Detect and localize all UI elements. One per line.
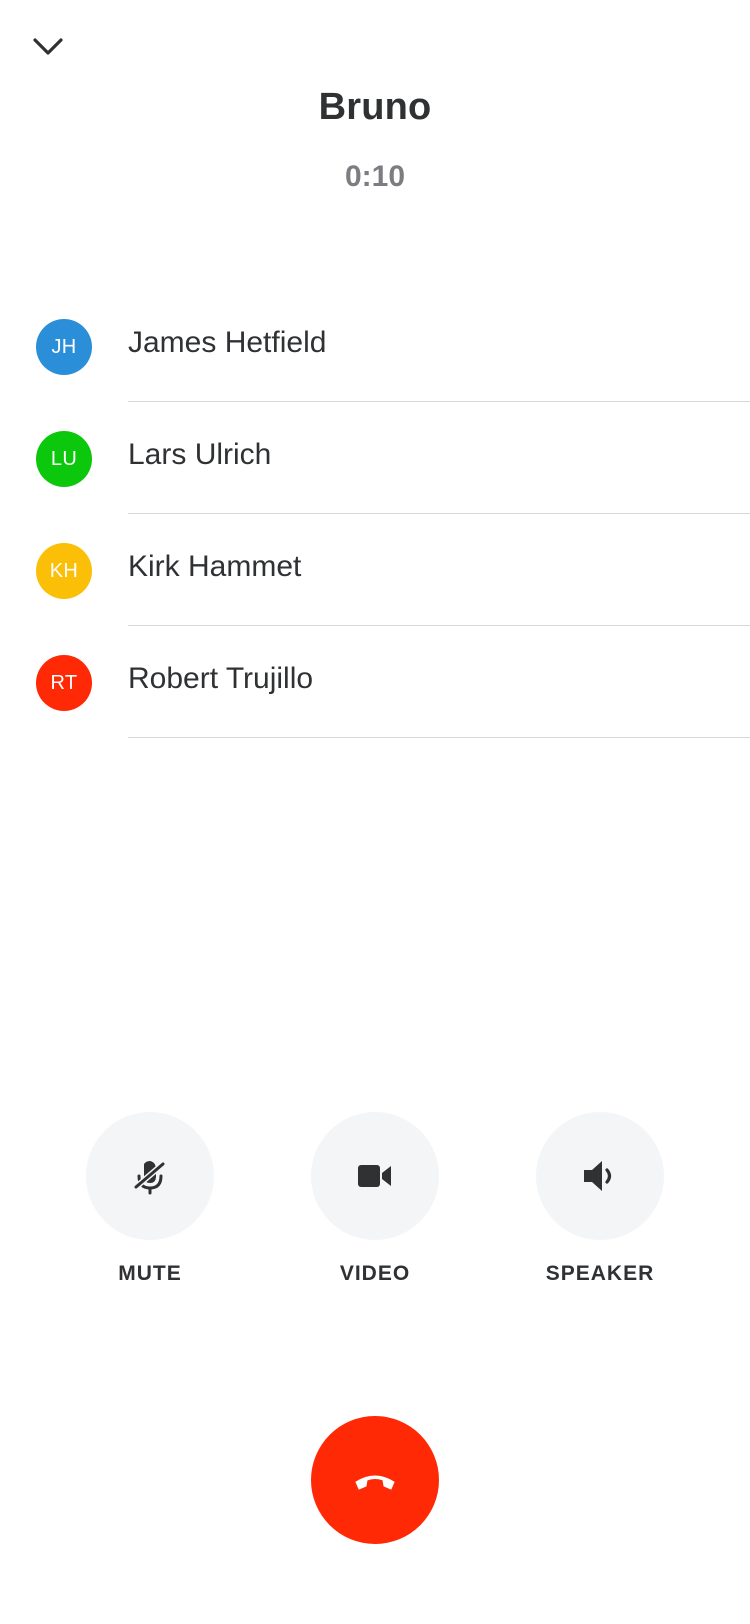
participant-name: Lars Ulrich xyxy=(128,438,272,471)
call-title: Bruno xyxy=(318,86,432,128)
avatar: RT xyxy=(36,655,92,711)
mute-label: MUTE xyxy=(118,1262,182,1285)
call-duration: 0:10 xyxy=(344,160,406,193)
speaker-icon xyxy=(584,1161,612,1191)
phone-hangup-icon xyxy=(355,1475,395,1490)
end-call-button[interactable] xyxy=(311,1416,439,1544)
speaker-label: SPEAKER xyxy=(545,1262,655,1285)
video-button-circle[interactable] xyxy=(311,1112,439,1240)
divider xyxy=(128,737,750,738)
chevron-down-icon xyxy=(33,38,63,55)
avatar: KH xyxy=(36,543,92,599)
participant-row[interactable]: LU Lars Ulrich xyxy=(0,402,750,514)
participant-list: JH James Hetfield LU Lars Ulrich KH Kirk… xyxy=(0,290,750,738)
call-controls: MUTE VIDEO SPEAKER xyxy=(0,1112,750,1292)
avatar: LU xyxy=(36,431,92,487)
video-button[interactable]: VIDEO xyxy=(295,1112,455,1286)
microphone-off-icon xyxy=(133,1161,166,1195)
participant-name: Kirk Hammet xyxy=(128,550,302,583)
speaker-button-circle[interactable] xyxy=(536,1112,664,1240)
participant-name: James Hetfield xyxy=(128,326,327,359)
speaker-button[interactable]: SPEAKER xyxy=(520,1112,680,1286)
collapse-button[interactable] xyxy=(26,24,70,68)
participant-row[interactable]: RT Robert Trujillo xyxy=(0,626,750,738)
participant-row[interactable]: KH Kirk Hammet xyxy=(0,514,750,626)
avatar: JH xyxy=(36,319,92,375)
video-label: VIDEO xyxy=(339,1262,411,1285)
participant-name: Robert Trujillo xyxy=(128,662,314,695)
participant-row[interactable]: JH James Hetfield xyxy=(0,290,750,402)
mute-button-circle[interactable] xyxy=(86,1112,214,1240)
mute-button[interactable]: MUTE xyxy=(70,1112,230,1286)
video-camera-icon xyxy=(358,1165,391,1187)
